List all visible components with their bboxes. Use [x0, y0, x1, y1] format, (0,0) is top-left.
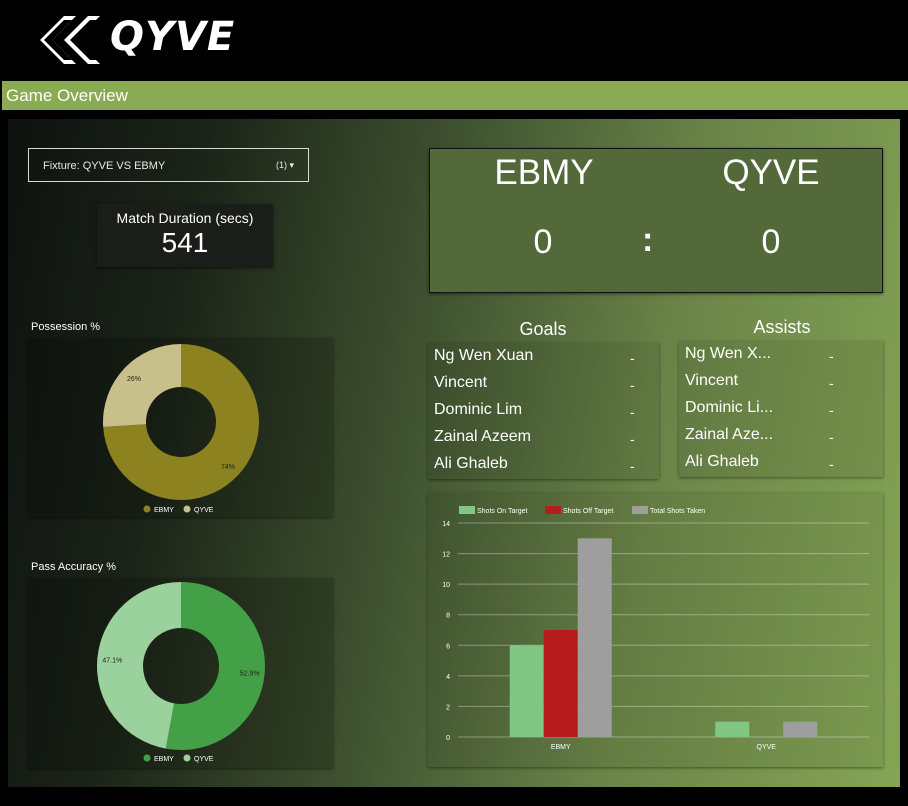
- y-tick-label: 4: [446, 674, 450, 681]
- legend-label: Total Shots Taken: [650, 508, 705, 515]
- goals-title: Goals: [519, 319, 567, 339]
- legend-label: Shots Off Target: [563, 508, 613, 515]
- pass-accuracy-chart: 52.9% 47.1% EBMY QYVE: [97, 582, 266, 763]
- table-cell: -: [630, 404, 635, 420]
- bar-ebmy-0: [509, 645, 544, 737]
- possession-chart-card: 74% 26% EBMY QYVE: [28, 338, 333, 517]
- table-row: Zainal Aze...: [685, 426, 774, 443]
- match-duration-card: Match Duration (secs) 541: [97, 204, 273, 267]
- bar-qyve-2: [783, 721, 818, 737]
- caret-down-icon: ▾: [289, 160, 294, 170]
- legend-label: EBMY: [154, 507, 174, 514]
- slice-value-label: 74%: [221, 464, 235, 471]
- fixture-label: Fixture: QYVE VS EBMY: [43, 160, 166, 172]
- x-tick-label: EBMY: [551, 744, 571, 751]
- y-tick-label: 6: [446, 643, 450, 650]
- pie-slice-qyve: [103, 344, 181, 427]
- table-cell: -: [829, 402, 834, 418]
- table-cell: -: [829, 348, 834, 364]
- legend-label: EBMY: [154, 756, 174, 763]
- legend-label: QYVE: [194, 507, 214, 514]
- table-row: Zainal Azeem: [434, 428, 531, 445]
- legend-swatch: [183, 505, 191, 513]
- home-team-score: 0: [533, 223, 553, 261]
- score-separator: :: [642, 221, 654, 259]
- assists-title: Assists: [753, 317, 811, 337]
- x-tick-label: QYVE: [757, 744, 777, 751]
- table-cell: -: [829, 429, 834, 445]
- match-duration-label: Match Duration (secs): [116, 210, 254, 226]
- fixture-count: (1) ▾: [275, 160, 294, 170]
- possession-chart-title: Possession %: [31, 321, 101, 333]
- brand-name: QYVE: [110, 14, 236, 60]
- y-tick-label: 12: [442, 552, 450, 559]
- away-team-name: QYVE: [722, 153, 820, 192]
- possession-chart: 74% 26% EBMY QYVE: [103, 344, 259, 514]
- table-row: Dominic Lim: [434, 401, 523, 418]
- legend-swatch: [545, 506, 561, 514]
- slice-value-label: 26%: [127, 376, 141, 383]
- shots-chart-card: 0 2 4 6 8 10 12 14 EBMY QYVE Shots On Target Shots …: [428, 493, 883, 767]
- pass-accuracy-chart-title: Pass Accuracy %: [31, 561, 116, 573]
- table-row: Dominic Li...: [685, 399, 774, 416]
- table-cell: -: [829, 375, 834, 391]
- table-row: Ng Wen X...: [685, 345, 771, 362]
- legend-swatch: [632, 506, 648, 514]
- away-team-score: 0: [761, 223, 781, 261]
- y-tick-label: 14: [442, 521, 450, 528]
- legend-swatch: [143, 505, 151, 513]
- table-row: Ng Wen Xuan: [434, 347, 534, 364]
- pie-slice-qyve: [97, 582, 181, 749]
- table-row: Vincent: [685, 372, 739, 389]
- legend-label: QYVE: [194, 756, 214, 763]
- legend-swatch: [459, 506, 475, 514]
- header-bar: QYVE: [0, 0, 908, 80]
- page-title: Game Overview: [6, 86, 128, 105]
- fixture-selector[interactable]: Fixture: QYVE VS EBMY (1) ▾: [28, 148, 309, 182]
- y-tick-label: 8: [446, 613, 450, 620]
- goals-table: Ng Wen Xuan - Vincent - Dominic Lim - Za…: [428, 343, 659, 479]
- slice-value-label: 47.1%: [102, 658, 122, 665]
- scoreboard: EBMY QYVE 0 : 0: [429, 148, 883, 293]
- table-cell: -: [630, 377, 635, 393]
- y-tick-label: 0: [446, 735, 450, 742]
- home-team-name: EBMY: [494, 153, 594, 192]
- table-row: Vincent: [434, 374, 488, 391]
- table-row: Ali Ghaleb: [685, 453, 759, 470]
- table-row: Ali Ghaleb: [434, 455, 508, 472]
- table-cell: -: [630, 458, 635, 474]
- assists-table: Ng Wen X... - Vincent - Dominic Li... - …: [679, 341, 883, 477]
- pass-accuracy-chart-card: 52.9% 47.1% EBMY QYVE: [28, 578, 333, 768]
- legend-swatch: [183, 754, 191, 762]
- bar-ebmy-1: [543, 630, 578, 737]
- y-tick-label: 10: [442, 582, 450, 589]
- page-title-bar: Game Overview: [2, 81, 908, 110]
- slice-value-label: 52.9%: [240, 670, 260, 677]
- table-cell: -: [630, 350, 635, 366]
- legend-swatch: [143, 754, 151, 762]
- legend-label: Shots On Target: [477, 508, 528, 515]
- shots-chart: 0 2 4 6 8 10 12 14 EBMY QYVE Shots On Target Shots …: [442, 506, 869, 751]
- table-cell: -: [630, 431, 635, 447]
- bar-qyve-0: [715, 721, 750, 737]
- y-tick-label: 2: [446, 704, 450, 711]
- table-cell: -: [829, 456, 834, 472]
- bar-ebmy-2: [577, 538, 612, 737]
- match-duration-value: 541: [161, 227, 209, 258]
